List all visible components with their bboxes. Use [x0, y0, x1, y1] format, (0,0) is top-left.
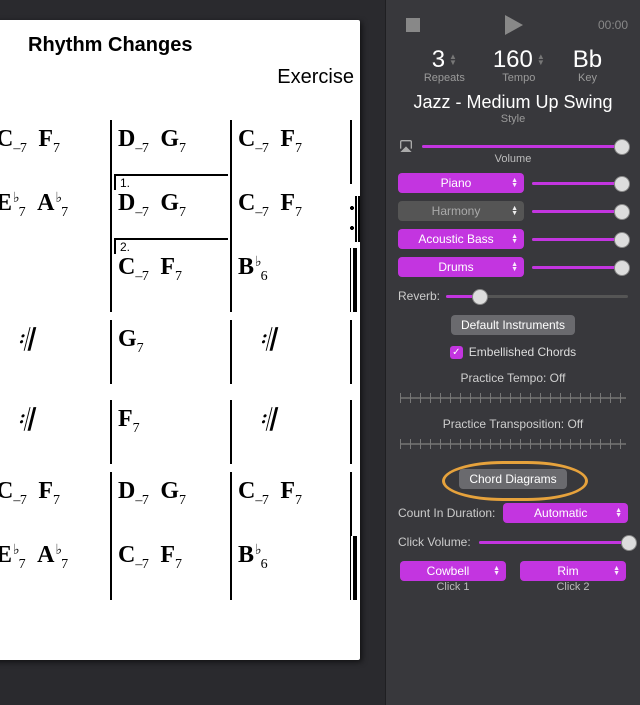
bar[interactable]: 𝄇: [230, 400, 350, 464]
bar[interactable]: C–7 F7: [0, 472, 110, 536]
chevron-updown-icon: ▲▼: [613, 566, 620, 576]
track-drums: Drums▲▼: [398, 257, 628, 277]
stepper-icon: ▲▼: [449, 54, 457, 66]
chord-text: E♭7 A♭7: [0, 190, 110, 217]
track-select-harmony[interactable]: Harmony▲▼: [398, 201, 524, 221]
chord-grid: C–7 F7D–7 G7C–7 F7E♭7 A♭71.D–7 G7C–7 F72…: [0, 120, 360, 600]
track-select-piano[interactable]: Piano▲▼: [398, 173, 524, 193]
chord-text: F7: [118, 406, 230, 433]
chord-text: C–7 F7: [118, 542, 230, 569]
bar[interactable]: B♭6: [230, 248, 350, 312]
tempo-stepper[interactable]: 160▲▼ Tempo: [493, 46, 545, 84]
stepper-icon: ▲▼: [537, 54, 545, 66]
repeats-stepper[interactable]: 3▲▼ Repeats: [424, 46, 465, 84]
simile-mark: 𝄇: [258, 404, 360, 438]
chord-text: C–7 F7: [238, 478, 350, 505]
track-volume-harmony[interactable]: [532, 202, 628, 220]
bar[interactable]: 𝄇: [0, 400, 110, 464]
bar[interactable]: C–7 F7: [230, 472, 350, 536]
simile-mark: 𝄇: [258, 324, 360, 358]
chord-text: D–7 G7: [118, 478, 230, 505]
chord-text: C–7 F7: [238, 126, 350, 153]
bar[interactable]: D–7 G7: [110, 472, 230, 536]
track-select-drums[interactable]: Drums▲▼: [398, 257, 524, 277]
chevron-updown-icon: ▲▼: [615, 508, 622, 518]
practice-trans-slider[interactable]: [400, 433, 626, 455]
airplay-icon[interactable]: [398, 138, 414, 154]
chord-text: E♭7 A♭7: [0, 542, 110, 569]
key-display[interactable]: Bb Key: [573, 46, 602, 84]
song-tag: Exercise: [277, 66, 354, 89]
chevron-updown-icon: ▲▼: [511, 234, 518, 244]
side-panel: 00:00 3▲▼ Repeats 160▲▼ Tempo Bb Key Jaz…: [385, 0, 640, 705]
practice-tempo-label: Practice Tempo: Off: [398, 371, 628, 385]
style-picker[interactable]: Jazz - Medium Up Swing Style: [398, 92, 628, 125]
chord-text: D–7 G7: [118, 126, 230, 153]
default-instruments-button[interactable]: Default Instruments: [451, 315, 575, 335]
chevron-updown-icon: ▲▼: [493, 566, 500, 576]
reverb-slider[interactable]: [446, 287, 628, 305]
chord-text: B♭6: [238, 542, 350, 569]
count-in-row: Count In Duration: Automatic ▲▼: [398, 503, 628, 523]
chevron-updown-icon: ▲▼: [511, 178, 518, 188]
practice-trans-label: Practice Transposition: Off: [398, 417, 628, 431]
embellished-checkbox[interactable]: ✓ Embellished Chords: [398, 345, 628, 359]
lead-sheet: Rhythm Changes Exercise C–7 F7 D–7 G7 C–7 …: [0, 20, 360, 660]
master-volume-row: [398, 137, 628, 155]
chord-text: C–7 F7: [0, 478, 110, 505]
chord-text: C–7 F7: [0, 126, 110, 153]
chevron-updown-icon: ▲▼: [511, 206, 518, 216]
practice-tempo-slider[interactable]: [400, 387, 626, 409]
track-volume-piano[interactable]: [532, 174, 628, 192]
chord-text: C–7 F7: [118, 254, 230, 281]
song-title: Rhythm Changes: [28, 34, 192, 57]
bar[interactable]: F7: [110, 400, 230, 464]
play-time: 00:00: [598, 18, 628, 32]
bar[interactable]: G7: [110, 320, 230, 384]
track-harmony: Harmony▲▼: [398, 201, 628, 221]
check-icon: ✓: [450, 346, 463, 359]
stop-button[interactable]: [398, 10, 428, 40]
bar[interactable]: 2.C–7 F7: [110, 248, 230, 312]
chord-text: D–7 G7: [118, 190, 230, 217]
chord-text: G7: [118, 326, 230, 353]
track-piano: Piano▲▼: [398, 173, 628, 193]
bar[interactable]: C–7 F7: [110, 536, 230, 600]
click-volume-row: Click Volume:: [398, 533, 628, 551]
volta-bracket: 1.: [114, 174, 228, 190]
transport: 00:00: [398, 10, 628, 40]
bar[interactable]: 𝄇: [230, 320, 350, 384]
volta-bracket: 2.: [114, 238, 228, 254]
track-bass: Acoustic Bass▲▼: [398, 229, 628, 249]
track-select-bass[interactable]: Acoustic Bass▲▼: [398, 229, 524, 249]
bar[interactable]: B♭6: [230, 536, 350, 600]
track-volume-drums[interactable]: [532, 258, 628, 276]
chord-text: B♭6: [238, 254, 350, 281]
play-button[interactable]: [498, 10, 528, 40]
stop-icon: [403, 15, 423, 35]
click1-select[interactable]: Cowbell▲▼: [400, 561, 506, 581]
bar[interactable]: E♭7 A♭7: [0, 184, 110, 248]
bar[interactable]: E♭7 A♭7: [0, 536, 110, 600]
chevron-updown-icon: ▲▼: [511, 262, 518, 272]
bar[interactable]: C–7 F7: [0, 120, 110, 184]
play-icon: [500, 12, 526, 38]
click-volume-slider[interactable]: [479, 533, 628, 551]
bar[interactable]: C–7 F7: [230, 184, 350, 248]
bar[interactable]: C–7 F7: [230, 120, 350, 184]
chord-text: C–7 F7: [238, 190, 350, 217]
master-volume-slider[interactable]: [422, 137, 628, 155]
bar[interactable]: 𝄇: [0, 320, 110, 384]
track-volume-bass[interactable]: [532, 230, 628, 248]
count-in-select[interactable]: Automatic ▲▼: [503, 503, 628, 523]
click2-select[interactable]: Rim▲▼: [520, 561, 626, 581]
reverb-row: Reverb:: [398, 287, 628, 305]
highlight-ring: [442, 461, 588, 501]
bar[interactable]: [0, 248, 110, 312]
